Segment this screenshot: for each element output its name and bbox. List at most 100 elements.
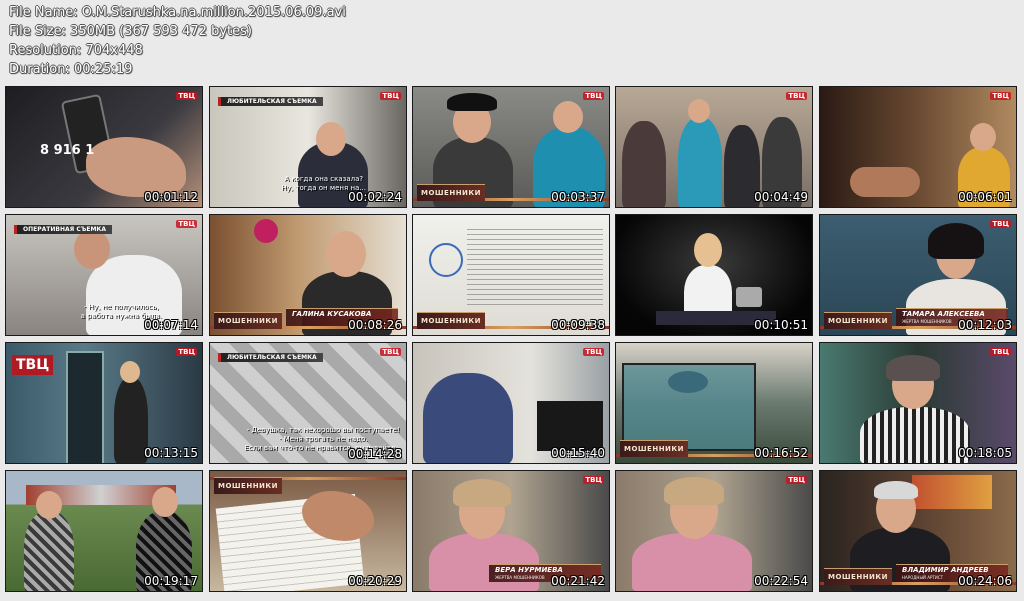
timestamp: 00:14:28 (348, 447, 402, 461)
brand-logo: МОШЕННИКИ (417, 312, 485, 329)
thumbnail-12[interactable]: ЛЮБИТЕЛЬСКАЯ СЪЕМКА - Девушка, так нехор… (209, 342, 407, 464)
thumbnail-17[interactable]: МОШЕННИКИ 00:20:29 (209, 470, 407, 592)
channel-logo: ТВЦ (583, 92, 604, 100)
flowers (254, 219, 278, 243)
file-info: File Name: O.M.Starushka.na.million.2015… (9, 3, 346, 79)
thumbnail-5[interactable]: ТВЦ 00:06:01 (819, 86, 1017, 208)
subtitle-line-1: А когда она сказала? (284, 175, 364, 183)
thumbnail-13[interactable]: ТВЦ 00:15:40 (412, 342, 610, 464)
timestamp: 00:12:03 (958, 318, 1012, 332)
timestamp: 00:16:52 (754, 446, 808, 460)
cooking-pot (736, 287, 762, 307)
amateur-footage-tag: ЛЮБИТЕЛЬСКАЯ СЪЕМКА (218, 353, 323, 362)
channel-logo: ТВЦ (380, 348, 401, 356)
timestamp: 00:03:37 (551, 190, 605, 204)
man-head (74, 229, 110, 269)
timestamp: 00:01:12 (144, 190, 198, 204)
thumbnail-9[interactable]: 00:10:51 (615, 214, 813, 336)
channel-logo: ТВЦ (786, 92, 807, 100)
thumbnail-18[interactable]: ВЕРА НУРМИЕВА ЖЕРТВА МОШЕННИКОВ ТВЦ 00:2… (412, 470, 610, 592)
stamp (429, 243, 463, 277)
brand-logo: МОШЕННИКИ (417, 184, 485, 201)
thumbnail-8[interactable]: МОШЕННИКИ 00:09:38 (412, 214, 610, 336)
thumbnail-15[interactable]: ТВЦ 00:18:05 (819, 342, 1017, 464)
hat (447, 93, 497, 111)
thumbnail-1[interactable]: 8 916 1 ТВЦ 00:01:12 (5, 86, 203, 208)
gray-hair (886, 355, 940, 381)
timestamp: 00:13:15 (144, 446, 198, 460)
man-head (316, 122, 346, 156)
thumbnail-3[interactable]: МОШЕННИКИ ТВЦ 00:03:37 (412, 86, 610, 208)
white-hair (874, 481, 918, 499)
thumbnail-2[interactable]: ЛЮБИТЕЛЬСКАЯ СЪЕМКА А когда она сказала?… (209, 86, 407, 208)
thumbnail-10[interactable]: МОШЕННИКИ ТАМАРА АЛЕКСЕЕВА ЖЕРТВА МОШЕНН… (819, 214, 1017, 336)
woman-left (622, 121, 666, 207)
timestamp: 00:07:14 (144, 318, 198, 332)
thumbnail-4[interactable]: ТВЦ 00:04:49 (615, 86, 813, 208)
brand-logo: МОШЕННИКИ (824, 568, 892, 585)
monitor (537, 401, 603, 451)
operative-footage-tag: ОПЕРАТИВНАЯ СЪЕМКА (14, 225, 112, 234)
channel-logo: ТВЦ (990, 220, 1011, 228)
thumbnail-16[interactable]: 00:19:17 (5, 470, 203, 592)
timestamp: 00:21:42 (551, 574, 605, 588)
subtitle-line-2: - Меня трогать не надо. (278, 435, 368, 443)
blonde-hair (664, 477, 724, 505)
phone-number: 8 916 1 (40, 143, 95, 158)
door (66, 351, 104, 463)
duration: Duration: 00:25:19 (9, 62, 133, 77)
thumbnail-20[interactable]: МОШЕННИКИ ВЛАДИМИР АНДРЕЕВ НАРОДНЫЙ АРТИ… (819, 470, 1017, 592)
brand-logo: МОШЕННИКИ (214, 312, 282, 329)
woman-head (326, 231, 366, 277)
woman-teal (678, 117, 722, 207)
brand-logo: МОШЕННИКИ (620, 440, 688, 457)
timestamp: 00:15:40 (551, 446, 605, 460)
timestamp: 00:10:51 (754, 318, 808, 332)
resolution: Resolution: 704x448 (9, 43, 143, 58)
channel-logo: ТВЦ (990, 348, 1011, 356)
thumbnail-7[interactable]: МОШЕННИКИ ГАЛИНА КУСАКОВА 00:08:26 (209, 214, 407, 336)
brand-logo: МОШЕННИКИ (214, 477, 282, 494)
woman-head (152, 487, 178, 517)
timestamp: 00:08:26 (348, 318, 402, 332)
timestamp: 00:22:54 (754, 574, 808, 588)
channel-logo: ТВЦ (990, 92, 1011, 100)
woman-head (688, 99, 710, 123)
channel-logo: ТВЦ (176, 92, 197, 100)
woman-pink-coat (429, 533, 539, 591)
elderly-woman-striped (860, 407, 970, 463)
timestamp: 00:02:24 (348, 190, 402, 204)
timestamp: 00:04:49 (754, 190, 808, 204)
tvc-sign: ТВЦ (12, 355, 54, 375)
subtitle-line-1: - Девушка, так нехорошо вы поступаете! (246, 426, 400, 434)
man-blue-jacket (423, 373, 513, 463)
thumbnail-19[interactable]: ТВЦ 00:22:54 (615, 470, 813, 592)
amateur-footage-tag: ЛЮБИТЕЛЬСКАЯ СЪЕМКА (218, 97, 323, 106)
thumbnail-11[interactable]: ТВЦ ТВЦ 00:13:15 (5, 342, 203, 464)
thumbnail-6[interactable]: ОПЕРАТИВНАЯ СЪЕМКА - Ну, не получилось, … (5, 214, 203, 336)
timestamp: 00:20:29 (348, 574, 402, 588)
woman-left (24, 511, 74, 591)
timestamp: 00:19:17 (144, 574, 198, 588)
turtle (668, 371, 708, 393)
woman-walking (114, 377, 148, 463)
presenter-head (694, 233, 722, 267)
blonde-hair (453, 479, 511, 507)
painting (912, 475, 992, 509)
timestamp: 00:09:38 (551, 318, 605, 332)
channel-logo: ТВЦ (583, 476, 604, 484)
thumbnail-grid: 8 916 1 ТВЦ 00:01:12 ЛЮБИТЕЛЬСКАЯ СЪЕМКА… (5, 86, 1019, 594)
dark-hair (928, 223, 984, 259)
channel-logo: ТВЦ (176, 348, 197, 356)
channel-logo: ТВЦ (176, 220, 197, 228)
thumbnail-14[interactable]: МОШЕННИКИ 00:16:52 (615, 342, 813, 464)
woman-head (553, 101, 583, 133)
timestamp: 00:24:06 (958, 574, 1012, 588)
channel-logo: ТВЦ (380, 92, 401, 100)
file-name: File Name: O.M.Starushka.na.million.2015… (9, 5, 346, 20)
document-text (467, 229, 603, 309)
hands (850, 167, 920, 197)
subtitle-line-1: - Ну, не получилось, (83, 303, 159, 311)
channel-logo: ТВЦ (583, 348, 604, 356)
timestamp: 00:18:05 (958, 446, 1012, 460)
